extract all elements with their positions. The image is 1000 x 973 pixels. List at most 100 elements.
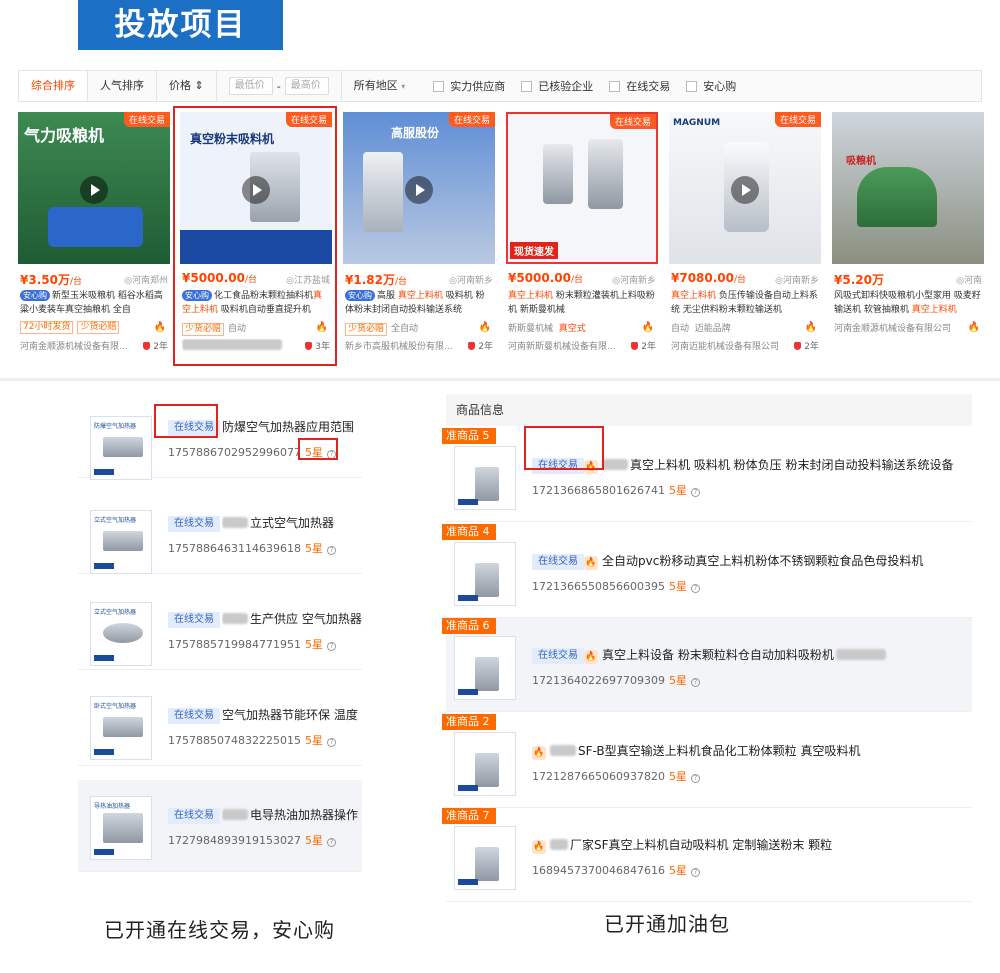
item-title[interactable]: 🔥 真空上料机 吸料机 粉体负压 粉末封闭自动投料输送系统设备 bbox=[584, 456, 972, 474]
filter-strong-supplier[interactable]: 实力供应商 bbox=[433, 78, 505, 94]
product-card[interactable]: MAGNUM 在线交易 ¥7080.00/台 ◎河南新乡 真空上料机 负压传输设… bbox=[669, 108, 821, 366]
help-icon[interactable]: ? bbox=[326, 838, 336, 847]
product-image[interactable]: 吸粮机 bbox=[832, 112, 984, 264]
play-icon[interactable] bbox=[731, 176, 759, 204]
item-title[interactable]: 防爆空气加热器应用范围 bbox=[222, 418, 362, 435]
product-thumbnail[interactable] bbox=[454, 826, 516, 890]
thumbnail-caption: 立式空气加热器 bbox=[94, 609, 137, 616]
max-price-input[interactable]: 最高价 bbox=[284, 77, 329, 95]
item-title[interactable]: 电导热油加热器操作 bbox=[222, 806, 362, 823]
list-header: 商品信息 bbox=[446, 394, 972, 426]
fire-icon: 🔥 bbox=[584, 650, 598, 664]
product-card[interactable]: 现货速发 在线交易 ¥5000.00/台 ◎河南新乡 真空上料机 粉末颗粒灌装机… bbox=[506, 108, 658, 366]
product-title[interactable]: 真空上料机 负压传输设备自动上料系统 无尘供料粉末颗粒输送机 bbox=[671, 289, 819, 317]
help-icon[interactable]: ? bbox=[326, 642, 336, 651]
help-icon[interactable]: ? bbox=[326, 546, 336, 555]
highlight-box bbox=[298, 438, 338, 460]
machine-shape bbox=[103, 531, 143, 551]
item-title[interactable]: 🔥 厂家SF真空上料机自动吸料机 定制输送粉末 颗粒 bbox=[532, 836, 972, 854]
item-title-text: SF-B型真空输送上料机食品化工粉体颗粒 真空吸料机 bbox=[578, 744, 861, 758]
rank-badge: 准商品 2 bbox=[442, 714, 496, 730]
product-title[interactable]: 风吸式卸料快吸粮机小型家用 吸麦籽输送机 软管抽粮机 真空上料机 bbox=[834, 289, 982, 317]
item-title[interactable]: 立式空气加热器 bbox=[222, 514, 362, 531]
chevron-down-icon: ▾ bbox=[401, 82, 406, 91]
product-thumbnail[interactable]: 立式空气加热器 bbox=[90, 602, 152, 666]
fire-icon: 🔥 bbox=[532, 840, 546, 854]
machine-shape bbox=[103, 717, 143, 737]
product-thumbnail[interactable] bbox=[454, 636, 516, 700]
product-thumbnail[interactable] bbox=[454, 446, 516, 510]
image-caption: 气力吸粮机 bbox=[24, 126, 105, 145]
star-rating: 5星 bbox=[668, 674, 687, 687]
product-title[interactable]: 真空上料机 粉末颗粒灌装机上料吸粉机 新斯曼机械 bbox=[508, 289, 656, 317]
company-name[interactable]: 河南金顺源机械设备有限公司 bbox=[834, 321, 982, 334]
blurred-text bbox=[222, 517, 248, 528]
product-thumbnail[interactable] bbox=[454, 732, 516, 796]
checkbox[interactable] bbox=[686, 80, 698, 92]
sort-comprehensive[interactable]: 综合排序 bbox=[19, 71, 88, 101]
min-price-input[interactable]: 最低价 bbox=[228, 77, 273, 95]
list-item[interactable]: 立式空气加热器 在线交易 生产供应 空气加热器 1757885719984771… bbox=[78, 584, 362, 670]
fire-icon: 🔥 bbox=[532, 746, 546, 760]
list-item[interactable]: 立式空气加热器 在线交易 立式空气加热器 1757886463114639618… bbox=[78, 488, 362, 574]
sort-price-label: 价格 bbox=[169, 79, 191, 92]
help-icon[interactable]: ? bbox=[326, 738, 336, 747]
list-item[interactable]: 准商品 7 🔥 厂家SF真空上料机自动吸料机 定制输送粉末 颗粒 16894573… bbox=[442, 808, 972, 902]
machine-shape bbox=[543, 144, 573, 204]
help-icon[interactable]: ? bbox=[690, 584, 700, 593]
item-title[interactable]: 生产供应 空气加热器 bbox=[222, 610, 362, 627]
checkbox[interactable] bbox=[433, 80, 445, 92]
product-card[interactable]: 吸粮机 ¥5.20万 ◎河南 风吸式卸料快吸粮机小型家用 吸麦籽输送机 软管抽粮… bbox=[832, 108, 984, 366]
list-item[interactable]: 导热油加热器 在线交易 电导热油加热器操作 172798489391915302… bbox=[78, 780, 362, 872]
code-text: 1721366865801626741 bbox=[532, 484, 665, 497]
caption-right: 已开通加油包 bbox=[604, 912, 730, 936]
product-thumbnail[interactable]: 立式空气加热器 bbox=[90, 510, 152, 574]
list-item[interactable]: 防爆空气加热器 在线交易 防爆空气加热器应用范围 175788670295299… bbox=[78, 392, 362, 480]
divider bbox=[215, 71, 217, 101]
product-thumbnail[interactable]: 导热油加热器 bbox=[90, 796, 152, 860]
filter-online-trade[interactable]: 在线交易 bbox=[609, 78, 670, 94]
checkbox[interactable] bbox=[609, 80, 621, 92]
thumbnail-caption: 立式空气加热器 bbox=[94, 517, 137, 524]
help-icon[interactable]: ? bbox=[690, 774, 700, 783]
product-image[interactable]: 高服股份 在线交易 bbox=[343, 112, 495, 264]
online-trade-tag: 在线交易 bbox=[168, 612, 220, 628]
item-title[interactable]: 🔥 真空上料设备 粉末颗粒料仓自动加料吸粉机 bbox=[584, 646, 972, 664]
product-title[interactable]: 安心购 新型玉米吸粮机 稻谷水稻高粱小麦装车真空抽粮机 全自 bbox=[20, 289, 168, 317]
product-image[interactable]: MAGNUM 在线交易 bbox=[669, 112, 821, 264]
product-card[interactable]: 气力吸粮机 在线交易 ¥3.50万/台 ◎河南郑州 安心购 新型玉米吸粮机 稻谷水… bbox=[18, 108, 170, 366]
thumbnail-caption: 防爆空气加热器 bbox=[94, 423, 137, 430]
list-item[interactable]: 准商品 6 在线交易 🔥 真空上料设备 粉末颗粒料仓自动加料吸粉机 1721364… bbox=[442, 618, 972, 712]
play-icon[interactable] bbox=[80, 176, 108, 204]
filter-verified-company[interactable]: 已核验企业 bbox=[521, 78, 593, 94]
list-item[interactable]: 准商品 2 🔥 SF-B型真空输送上料机食品化工粉体颗粒 真空吸料机 172128… bbox=[442, 714, 972, 808]
checkbox[interactable] bbox=[521, 80, 533, 92]
product-thumbnail[interactable]: 防爆空气加热器 bbox=[90, 416, 152, 480]
code-text: 1727984893919153027 bbox=[168, 834, 301, 847]
product-location: ◎河南 bbox=[956, 273, 982, 286]
list-item[interactable]: 准商品 4 在线交易 🔥 全自动pvc粉移动真空上料机粉体不锈钢颗粒食品色母投料机… bbox=[442, 524, 972, 618]
item-title[interactable]: 🔥 SF-B型真空输送上料机食品化工粉体颗粒 真空吸料机 bbox=[532, 742, 972, 760]
sort-popularity[interactable]: 人气排序 bbox=[88, 71, 156, 101]
filter-safe-buy[interactable]: 安心购 bbox=[686, 78, 736, 94]
play-icon[interactable] bbox=[405, 176, 433, 204]
safe-buy-tag: 安心购 bbox=[345, 290, 375, 301]
item-code: 1689457370046847616 5星? bbox=[532, 862, 700, 878]
region-select[interactable]: 所有地区 ▾ bbox=[342, 71, 418, 101]
sort-price[interactable]: 价格 ⇕ bbox=[157, 71, 216, 101]
help-icon[interactable]: ? bbox=[690, 678, 700, 687]
service-tag: 少货必赔 bbox=[345, 323, 388, 336]
item-title[interactable]: 🔥 全自动pvc粉移动真空上料机粉体不锈钢颗粒食品色母投料机 bbox=[584, 552, 972, 570]
help-icon[interactable]: ? bbox=[690, 868, 700, 877]
help-icon[interactable]: ? bbox=[690, 488, 700, 497]
list-item[interactable]: 卧式空气加热器 在线交易 空气加热器节能环保 温度 17578850748322… bbox=[78, 680, 362, 766]
product-thumbnail[interactable]: 卧式空气加热器 bbox=[90, 696, 152, 760]
item-title[interactable]: 空气加热器节能环保 温度 bbox=[222, 706, 362, 723]
product-card[interactable]: 高服股份 在线交易 ¥1.82万/台 ◎河南新乡 安心购 高服 真空上料机 吸料机… bbox=[343, 108, 495, 366]
product-title[interactable]: 安心购 高服 真空上料机 吸料机 粉体粉末封闭自动投料输送系统 bbox=[345, 289, 493, 317]
product-image[interactable]: 气力吸粮机 在线交易 bbox=[18, 112, 170, 264]
product-image[interactable]: 现货速发 在线交易 bbox=[506, 112, 658, 264]
thumbnail-badge bbox=[94, 749, 114, 755]
machine-shape bbox=[475, 563, 499, 597]
product-thumbnail[interactable] bbox=[454, 542, 516, 606]
